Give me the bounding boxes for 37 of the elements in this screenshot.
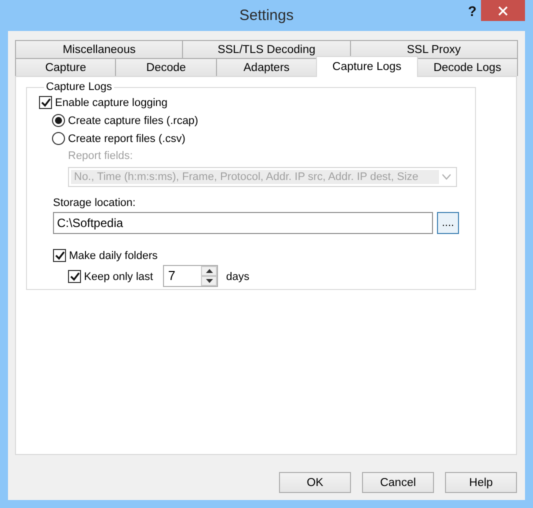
help-button[interactable]: ?	[464, 3, 481, 19]
spin-box[interactable]: 7	[163, 265, 218, 287]
checkbox[interactable]	[68, 270, 81, 282]
unit-label: days	[226, 271, 250, 283]
tab[interactable]: Capture Logs	[316, 56, 418, 77]
tab[interactable]: Capture	[15, 58, 116, 76]
radio-label: Create report files (.csv)	[68, 133, 186, 145]
path-field[interactable]: C:\Softpedia	[53, 212, 433, 234]
dialog-button[interactable]: Help	[445, 472, 517, 493]
field-label: Report fields:	[68, 149, 134, 164]
up-arrow-icon	[206, 269, 213, 273]
down-arrow-icon	[206, 279, 213, 283]
checkbox[interactable]	[53, 248, 66, 262]
caret-icon	[442, 174, 451, 180]
tab[interactable]: SSL Proxy	[350, 40, 518, 58]
tab[interactable]: Decode	[115, 58, 217, 76]
checkbox-label: Enable capture logging	[55, 97, 168, 109]
spin-up-button[interactable]	[201, 266, 218, 276]
tab[interactable]: SSL/TLS Decoding	[182, 40, 351, 58]
browse-button[interactable]: ....	[437, 212, 459, 234]
group-title: Capture Logs	[45, 81, 114, 93]
tab[interactable]: Decode Logs	[416, 58, 518, 76]
close-icon	[498, 6, 508, 16]
radio-button[interactable]	[52, 114, 65, 126]
spin-down-button[interactable]	[201, 276, 218, 286]
field-label: Storage location:	[53, 197, 137, 209]
radio-label: Create capture files (.rcap)	[68, 115, 198, 127]
window-title: Settings	[239, 7, 294, 24]
dialog-button[interactable]: Cancel	[362, 472, 434, 493]
dialog-button[interactable]: OK	[279, 472, 351, 493]
tab[interactable]: Adapters	[216, 58, 318, 76]
checkbox-label: Make daily folders	[69, 250, 158, 262]
tab[interactable]: Miscellaneous	[15, 40, 184, 58]
close-button[interactable]	[481, 0, 525, 21]
checkbox-label: Keep only last	[84, 271, 154, 283]
radio-button[interactable]	[52, 132, 65, 144]
checkbox[interactable]	[39, 96, 52, 108]
